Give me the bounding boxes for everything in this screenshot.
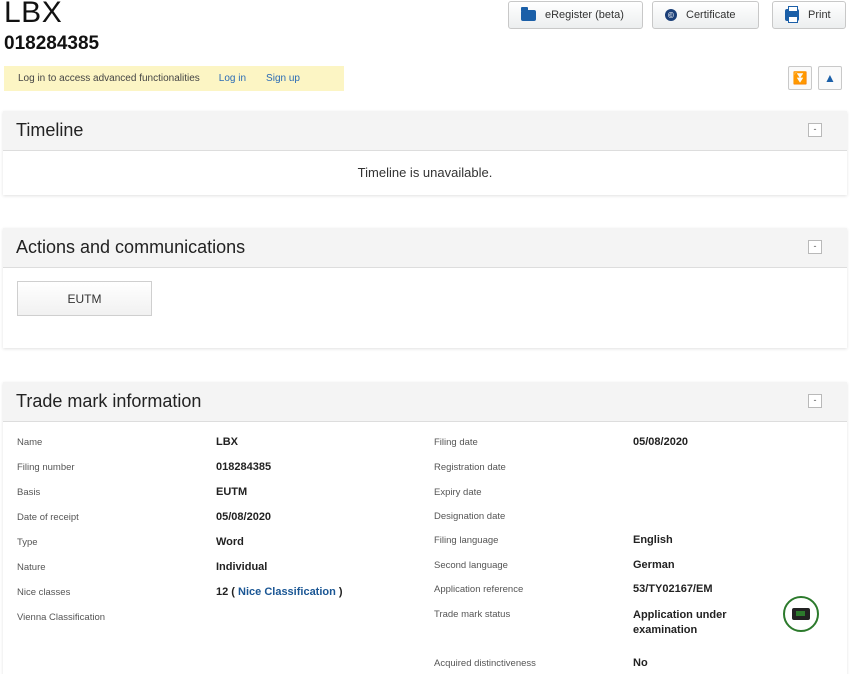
collapse-icon[interactable]: - [808, 123, 822, 137]
status-folder-icon[interactable] [783, 596, 819, 632]
certificate-label: Certificate [686, 9, 736, 21]
field-application-reference-value: 53/TY02167/EM [633, 583, 713, 595]
certificate-button[interactable]: © Certificate [652, 1, 759, 29]
actions-panel: Actions and communications - EUTM [3, 228, 847, 348]
timeline-heading: Timeline [16, 120, 84, 140]
printer-icon [785, 6, 799, 23]
eregister-label: eRegister (beta) [545, 9, 624, 21]
field-name-value: LBX [216, 436, 238, 448]
login-notice: Log in to access advanced functionalitie… [4, 66, 344, 91]
actions-heading: Actions and communications [16, 237, 246, 257]
field-type-label: Type [17, 537, 38, 548]
eregister-button[interactable]: eRegister (beta) [508, 1, 643, 29]
field-nature-label: Nature [17, 562, 46, 573]
field-acquired-distinctiveness-label: Acquired distinctiveness [434, 658, 536, 669]
field-second-language-label: Second language [434, 560, 508, 571]
nice-classification-link[interactable]: Nice Classification [238, 586, 336, 598]
trademark-number: 018284385 [4, 33, 100, 54]
collapse-icon[interactable]: - [808, 240, 822, 254]
field-vienna-classification-label: Vienna Classification [17, 612, 106, 623]
field-nice-classes-value: 12 ( Nice Classification ) [216, 586, 343, 598]
trademark-info-heading: Trade mark information [16, 391, 202, 411]
field-name-label: Name [17, 437, 43, 448]
field-filing-number-label: Filing number [17, 462, 75, 473]
certificate-icon: © [665, 9, 677, 21]
field-application-reference-label: Application reference [434, 584, 524, 595]
nice-classes-suffix: ) [338, 586, 343, 598]
field-nature-value: Individual [216, 561, 268, 573]
nice-classes-number: 12 ( [216, 586, 235, 598]
login-link[interactable]: Log in [219, 73, 246, 84]
actions-header[interactable]: Actions and communications - [3, 228, 847, 268]
trademark-title: LBX [4, 0, 63, 29]
signup-link[interactable]: Sign up [266, 73, 300, 84]
field-type-value: Word [216, 536, 244, 548]
field-trademark-status-value: Application under examination [633, 609, 727, 636]
chevron-up-icon: ▲ [824, 71, 836, 85]
folder-icon [521, 6, 536, 21]
print-button[interactable]: Print [772, 1, 846, 29]
open-folder-icon [792, 608, 810, 620]
field-designation-date-label: Designation date [434, 511, 506, 522]
login-message: Log in to access advanced functionalitie… [18, 73, 200, 84]
field-trademark-status-label: Trade mark status [434, 609, 511, 620]
field-acquired-distinctiveness-value: No [633, 657, 648, 669]
field-filing-language-label: Filing language [434, 535, 499, 546]
field-date-of-receipt-label: Date of receipt [17, 512, 79, 523]
timeline-panel: Timeline - Timeline is unavailable. [3, 111, 847, 195]
double-chevron-down-icon: ⏬ [792, 71, 808, 85]
collapse-icon[interactable]: - [808, 394, 822, 408]
field-date-of-receipt-value: 05/08/2020 [216, 511, 272, 523]
print-label: Print [808, 9, 831, 21]
field-expiry-date-label: Expiry date [434, 487, 482, 498]
timeline-message: Timeline is unavailable. [357, 165, 493, 180]
field-second-language-value: German [633, 559, 675, 571]
field-filing-language-value: English [633, 534, 673, 546]
timeline-header[interactable]: Timeline - [3, 111, 847, 151]
eutm-tab-button[interactable]: EUTM [17, 281, 152, 316]
trademark-info-header[interactable]: Trade mark information - [3, 382, 847, 422]
collapse-all-button[interactable]: ▲ [818, 66, 842, 90]
field-registration-date-label: Registration date [434, 462, 506, 473]
field-basis-value: EUTM [216, 486, 248, 498]
expand-all-button[interactable]: ⏬ [788, 66, 812, 90]
field-basis-label: Basis [17, 487, 41, 498]
field-filing-number-value: 018284385 [216, 461, 272, 473]
field-filing-date-value: 05/08/2020 [633, 436, 689, 448]
field-nice-classes-label: Nice classes [17, 587, 71, 598]
field-filing-date-label: Filing date [434, 437, 478, 448]
